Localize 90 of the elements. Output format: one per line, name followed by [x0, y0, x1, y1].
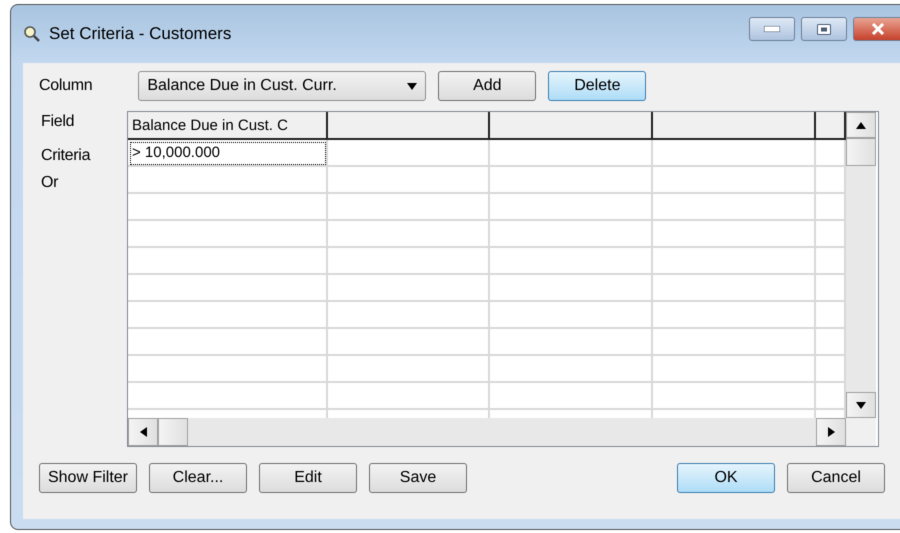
grid-cell[interactable]	[816, 302, 846, 329]
close-button[interactable]	[853, 17, 900, 41]
ok-button[interactable]: OK	[677, 463, 775, 493]
grid-cell[interactable]	[128, 302, 328, 329]
maximize-button[interactable]	[801, 17, 847, 41]
grid-cell[interactable]	[328, 329, 490, 356]
grid-cell[interactable]	[328, 221, 490, 248]
grid-cell[interactable]	[490, 302, 653, 329]
grid-cell[interactable]	[816, 194, 846, 221]
grid-cell[interactable]	[816, 383, 846, 410]
grid-cell[interactable]	[490, 140, 653, 167]
delete-button[interactable]: Delete	[548, 71, 646, 101]
scroll-up-button[interactable]	[846, 112, 876, 138]
close-icon	[871, 23, 885, 35]
minimize-icon	[764, 26, 780, 32]
action-button[interactable]: Save	[369, 463, 467, 493]
action-button[interactable]: Show Filter	[39, 463, 137, 493]
grid-cell[interactable]	[653, 356, 816, 383]
grid-cell[interactable]	[490, 221, 653, 248]
scroll-right-icon	[828, 427, 834, 437]
column-dropdown[interactable]: Balance Due in Cust. Curr.	[138, 71, 426, 101]
column-header[interactable]	[328, 112, 490, 140]
column-header[interactable]: Balance Due in Cust. C	[128, 112, 328, 140]
grid-cell[interactable]	[128, 167, 328, 194]
scroll-thumb[interactable]	[846, 138, 876, 166]
add-button[interactable]: Add	[438, 71, 536, 101]
minimize-button[interactable]	[749, 17, 795, 41]
grid-cell[interactable]	[490, 329, 653, 356]
grid-cell[interactable]	[490, 167, 653, 194]
scroll-down-icon	[856, 402, 866, 408]
grid-cell[interactable]	[128, 221, 328, 248]
column-header[interactable]	[490, 112, 653, 140]
scroll-up-icon	[856, 122, 866, 128]
column-header[interactable]	[816, 112, 846, 140]
grid-cell[interactable]	[653, 383, 816, 410]
grid-cell[interactable]	[653, 302, 816, 329]
grid-cell[interactable]	[816, 221, 846, 248]
row-label: Field	[40, 113, 76, 132]
grid-cell[interactable]	[328, 248, 490, 275]
grid-cell[interactable]	[128, 329, 328, 356]
grid-cell[interactable]	[328, 167, 490, 194]
grid-cell[interactable]	[328, 194, 490, 221]
grid-cell[interactable]	[816, 356, 846, 383]
grid-cell[interactable]	[653, 329, 816, 356]
grid-cell[interactable]	[328, 302, 490, 329]
grid-cell[interactable]	[816, 248, 846, 275]
vertical-scrollbar[interactable]	[846, 112, 876, 418]
grid-cell[interactable]	[490, 194, 653, 221]
row-label: Criteria	[40, 147, 92, 166]
grid-cell[interactable]	[490, 275, 653, 302]
grid-cell[interactable]	[653, 194, 816, 221]
grid-cell[interactable]	[653, 275, 816, 302]
grid-cell[interactable]	[328, 140, 490, 167]
grid-cell[interactable]	[128, 248, 328, 275]
row-label: Or	[40, 174, 60, 193]
scroll-down-button[interactable]	[846, 392, 876, 418]
grid-cell[interactable]	[328, 356, 490, 383]
grid-cell[interactable]	[490, 383, 653, 410]
dropdown-arrow-icon	[407, 82, 418, 90]
grid-cell[interactable]	[816, 167, 846, 194]
window-title: Set Criteria - Customers	[49, 24, 232, 44]
grid-cell[interactable]	[816, 140, 846, 167]
grid-cell[interactable]	[653, 140, 816, 167]
grid-cell[interactable]	[653, 248, 816, 275]
grid-cell[interactable]	[653, 221, 816, 248]
grid-cell[interactable]	[328, 275, 490, 302]
grid-cell[interactable]	[490, 248, 653, 275]
grid-cell[interactable]	[490, 356, 653, 383]
action-button[interactable]: Edit	[259, 463, 357, 493]
grid-cell[interactable]	[128, 275, 328, 302]
scroll-left-button[interactable]	[128, 418, 158, 446]
scroll-thumb[interactable]	[158, 418, 188, 446]
scrollbar-corner	[846, 418, 876, 446]
grid-cell[interactable]	[653, 167, 816, 194]
grid-cell[interactable]	[128, 383, 328, 410]
grid-cell[interactable]	[328, 383, 490, 410]
grid-cell[interactable]	[128, 356, 328, 383]
scroll-right-button[interactable]	[816, 418, 846, 446]
grid-cell[interactable]: > 10,000.000	[128, 140, 328, 167]
column-header[interactable]	[653, 112, 816, 140]
grid-cell[interactable]	[816, 275, 846, 302]
horizontal-scrollbar[interactable]	[128, 418, 846, 446]
scroll-left-icon	[140, 427, 146, 437]
cancel-button[interactable]: Cancel	[787, 463, 885, 493]
maximize-icon	[817, 24, 831, 34]
action-button[interactable]: Clear...	[149, 463, 247, 493]
search-icon	[23, 25, 41, 43]
grid-cell[interactable]	[128, 194, 328, 221]
grid-cell[interactable]	[816, 329, 846, 356]
column-label: Column	[39, 77, 92, 95]
